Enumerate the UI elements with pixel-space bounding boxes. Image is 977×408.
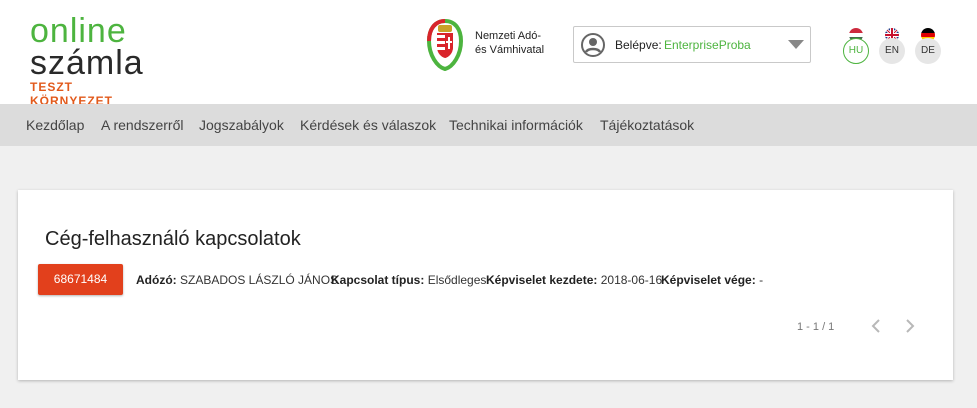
representation-end-info: Képviselet vége: - xyxy=(661,273,763,287)
menu-item-laws[interactable]: Jogszabályok xyxy=(199,117,284,133)
taxpayer-label: Adózó: xyxy=(136,273,177,287)
user-account-icon xyxy=(581,33,605,57)
user-menu-dropdown[interactable]: Belépve: EnterpriseProba xyxy=(573,26,811,63)
hungarian-coat-of-arms-icon xyxy=(426,18,464,72)
online-szamla-logo[interactable]: online számla TESZT KÖRNYEZET xyxy=(30,12,160,108)
language-de[interactable]: DE xyxy=(915,28,941,68)
nav-name-line2: és Vámhivatal xyxy=(475,44,545,56)
language-en[interactable]: EN xyxy=(879,28,905,68)
menu-item-technical[interactable]: Technikai információk xyxy=(449,117,583,133)
relation-type-value: Elsődleges xyxy=(427,273,487,287)
login-label: Belépve: xyxy=(615,38,662,52)
language-hu[interactable]: HU xyxy=(843,28,869,68)
relations-card: Cég-felhasználó kapcsolatok 68671484 Adó… xyxy=(18,190,953,380)
language-en-label: EN xyxy=(879,38,905,64)
header: online számla TESZT KÖRNYEZET Nemzeti Ad… xyxy=(0,0,977,108)
page-title: Cég-felhasználó kapcsolatok xyxy=(45,228,301,250)
relation-type-info: Kapcsolat típus: Elsődleges xyxy=(331,273,486,287)
menu-item-home[interactable]: Kezdőlap xyxy=(26,117,84,133)
nav-name-line1: Nemzeti Adó- xyxy=(475,30,542,42)
tax-number-button[interactable]: 68671484 xyxy=(38,264,123,295)
taxpayer-info: Adózó: SZABADOS LÁSZLÓ JÁNOS xyxy=(136,273,338,287)
chevron-right-icon[interactable] xyxy=(902,317,918,335)
chevron-left-icon[interactable] xyxy=(868,317,884,335)
nav-logo[interactable]: Nemzeti Adó- és Vámhivatal xyxy=(425,15,565,73)
representation-start-info: Képviselet kezdete: 2018-06-16 xyxy=(486,273,662,287)
representation-start-value: 2018-06-16 xyxy=(600,273,663,287)
language-de-label: DE xyxy=(915,38,941,64)
main-menu: Kezdőlap A rendszerről Jogszabályok Kérd… xyxy=(0,104,977,146)
nav-name: Nemzeti Adó- és Vámhivatal xyxy=(475,29,544,57)
caret-down-icon xyxy=(788,40,804,49)
menu-item-faq[interactable]: Kérdések és válaszok xyxy=(300,117,436,133)
language-hu-label: HU xyxy=(843,38,869,64)
logo-szamla-text: számla xyxy=(30,44,144,82)
representation-start-label: Képviselet kezdete: xyxy=(486,273,598,287)
login-username: EnterpriseProba xyxy=(664,38,751,52)
taxpayer-value: SZABADOS LÁSZLÓ JÁNOS xyxy=(180,273,339,287)
representation-end-label: Képviselet vége: xyxy=(661,273,756,287)
menu-item-about[interactable]: A rendszerről xyxy=(101,117,183,133)
logo-online-text: online xyxy=(30,12,127,50)
representation-end-value: - xyxy=(759,273,764,287)
pagination-info: 1 - 1 / 1 xyxy=(797,321,835,333)
menu-item-notices[interactable]: Tájékoztatások xyxy=(600,117,694,133)
relation-type-label: Kapcsolat típus: xyxy=(331,273,425,287)
